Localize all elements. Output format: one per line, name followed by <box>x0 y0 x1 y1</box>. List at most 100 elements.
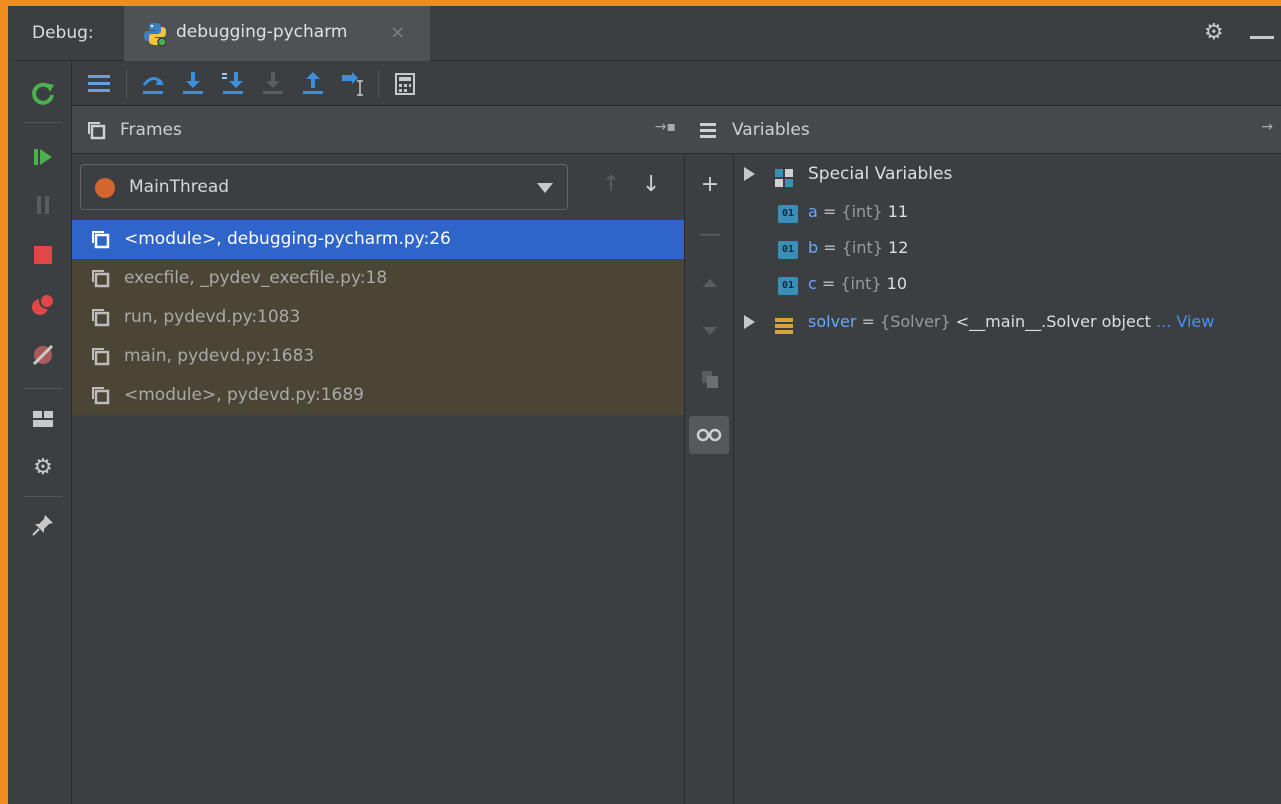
expand-triangle-icon[interactable] <box>744 167 755 181</box>
tab-title: debugging-pycharm <box>176 22 348 42</box>
chevron-down-icon <box>537 183 553 193</box>
thread-selector[interactable]: MainThread <box>80 164 568 210</box>
toolbar-separator <box>126 70 127 98</box>
show-watches-icon[interactable] <box>689 416 729 454</box>
add-watch-icon[interactable]: + <box>695 170 725 200</box>
variables-panel: Variables → + — Special Variables 01 a =… <box>684 106 1281 804</box>
debug-window-inner: Debug: debugging-pycharm × ⚙ ⚙ Frames →▪… <box>14 6 1281 804</box>
close-tab-icon[interactable]: × <box>390 22 405 43</box>
thread-status-icon <box>95 178 115 198</box>
run-to-cursor-icon[interactable] <box>338 69 368 99</box>
variable-name: c <box>808 274 817 293</box>
variable-name: b <box>808 238 819 257</box>
stop-icon[interactable] <box>28 240 58 270</box>
variable-value: <__main__.Solver object <box>950 312 1151 331</box>
pin-icon[interactable] <box>28 510 58 540</box>
view-link[interactable]: ... View <box>1151 312 1214 331</box>
toolbar-separator <box>24 388 62 389</box>
restore-panel-icon[interactable]: →▪ <box>655 119 676 135</box>
tab-debugging-pycharm[interactable]: debugging-pycharm × <box>124 6 430 61</box>
resume-icon[interactable] <box>28 142 58 172</box>
force-step-into-icon[interactable] <box>258 69 288 99</box>
equals-sign: = <box>816 274 841 293</box>
toolbar-separator <box>378 70 379 98</box>
minimize-icon[interactable] <box>1250 36 1274 39</box>
left-debug-toolbar: ⚙ <box>14 62 72 804</box>
variables-header: Variables → <box>684 106 1281 154</box>
frame-label: execfile, _pydev_execfile.py:18 <box>124 268 388 288</box>
step-out-icon[interactable] <box>298 69 328 99</box>
variable-type: {int} <box>841 238 883 257</box>
int-type-icon: 01 <box>778 277 798 295</box>
variable-name: solver <box>808 312 857 331</box>
debug-label: Debug: <box>32 23 94 43</box>
frame-row[interactable]: run, pydevd.py:1083 <box>72 298 684 337</box>
variable-value: 10 <box>881 274 908 293</box>
variable-row[interactable]: 01 b = {int} 12 <box>734 236 1274 266</box>
frames-title: Frames <box>120 120 182 140</box>
variable-type: {int} <box>840 274 882 293</box>
next-frame-icon[interactable]: ↓ <box>642 172 660 197</box>
object-icon <box>775 318 793 334</box>
special-variables-label: Special Variables <box>808 164 953 184</box>
restore-layout-icon[interactable] <box>28 404 58 434</box>
frame-row[interactable]: execfile, _pydev_execfile.py:18 <box>72 259 684 298</box>
variable-row[interactable]: 01 a = {int} 11 <box>734 200 1274 230</box>
expand-triangle-icon[interactable] <box>744 315 755 329</box>
frame-list: <module>, debugging-pycharm.py:26 execfi… <box>72 220 684 415</box>
variable-name: a <box>808 202 818 221</box>
frame-icon <box>92 348 110 366</box>
frame-icon <box>92 270 110 288</box>
variable-value: 11 <box>882 202 909 221</box>
stepping-toolbar <box>72 62 1281 106</box>
remove-watch-icon[interactable]: — <box>695 220 725 250</box>
mute-breakpoints-icon[interactable] <box>28 340 58 370</box>
frame-label: <module>, pydevd.py:1689 <box>124 385 364 405</box>
int-type-icon: 01 <box>778 241 798 259</box>
rerun-icon[interactable] <box>28 78 58 108</box>
variable-type: {int} <box>841 202 883 221</box>
frame-icon <box>92 231 110 249</box>
variables-title: Variables <box>732 120 810 140</box>
pause-icon[interactable] <box>28 190 58 220</box>
frame-row[interactable]: main, pydevd.py:1683 <box>72 337 684 376</box>
frame-label: <module>, debugging-pycharm.py:26 <box>124 229 451 249</box>
move-up-icon[interactable] <box>695 272 725 302</box>
evaluate-expression-icon[interactable] <box>390 69 420 99</box>
frame-row[interactable]: <module>, debugging-pycharm.py:26 <box>72 220 684 259</box>
frame-label: main, pydevd.py:1683 <box>124 346 315 366</box>
previous-frame-icon[interactable]: ↑ <box>602 172 620 197</box>
variable-value: 12 <box>882 238 909 257</box>
step-over-icon[interactable] <box>138 69 168 99</box>
frames-icon <box>88 122 106 140</box>
thread-name: MainThread <box>129 177 230 197</box>
settings-dropdown-icon[interactable]: ⚙ <box>28 452 58 482</box>
frames-panel: Frames →▪ MainThread ↑ ↓ <module>, debug… <box>72 106 684 804</box>
move-down-icon[interactable] <box>695 320 725 350</box>
variable-row[interactable]: 01 c = {int} 10 <box>734 272 1274 302</box>
view-breakpoints-icon[interactable] <box>28 290 58 320</box>
debug-tab-bar: Debug: debugging-pycharm × ⚙ <box>14 6 1281 61</box>
step-into-my-code-icon[interactable] <box>218 69 248 99</box>
solver-row[interactable]: solver = {Solver} <__main__.Solver objec… <box>734 310 1279 340</box>
frame-icon <box>92 309 110 327</box>
equals-sign: = <box>817 202 842 221</box>
frames-header: Frames →▪ <box>72 106 684 154</box>
copy-watch-icon[interactable] <box>695 368 725 398</box>
variables-toolbar: + — <box>684 154 734 804</box>
equals-sign: = <box>818 238 842 257</box>
variables-icon <box>700 123 716 138</box>
show-execution-point-icon[interactable] <box>84 69 114 99</box>
toolbar-separator <box>24 496 62 497</box>
gear-icon[interactable]: ⚙ <box>1204 20 1224 45</box>
variable-type: {Solver} <box>880 312 951 331</box>
special-variables-icon <box>775 169 793 187</box>
python-icon <box>144 23 167 47</box>
frame-row[interactable]: <module>, pydevd.py:1689 <box>72 376 684 415</box>
special-variables-row[interactable]: Special Variables <box>734 162 1274 192</box>
frame-label: run, pydevd.py:1083 <box>124 307 301 327</box>
restore-panel-icon[interactable]: → <box>1261 119 1273 135</box>
step-into-icon[interactable] <box>178 69 208 99</box>
toolbar-separator <box>24 122 62 123</box>
equals-sign: = <box>856 312 881 331</box>
